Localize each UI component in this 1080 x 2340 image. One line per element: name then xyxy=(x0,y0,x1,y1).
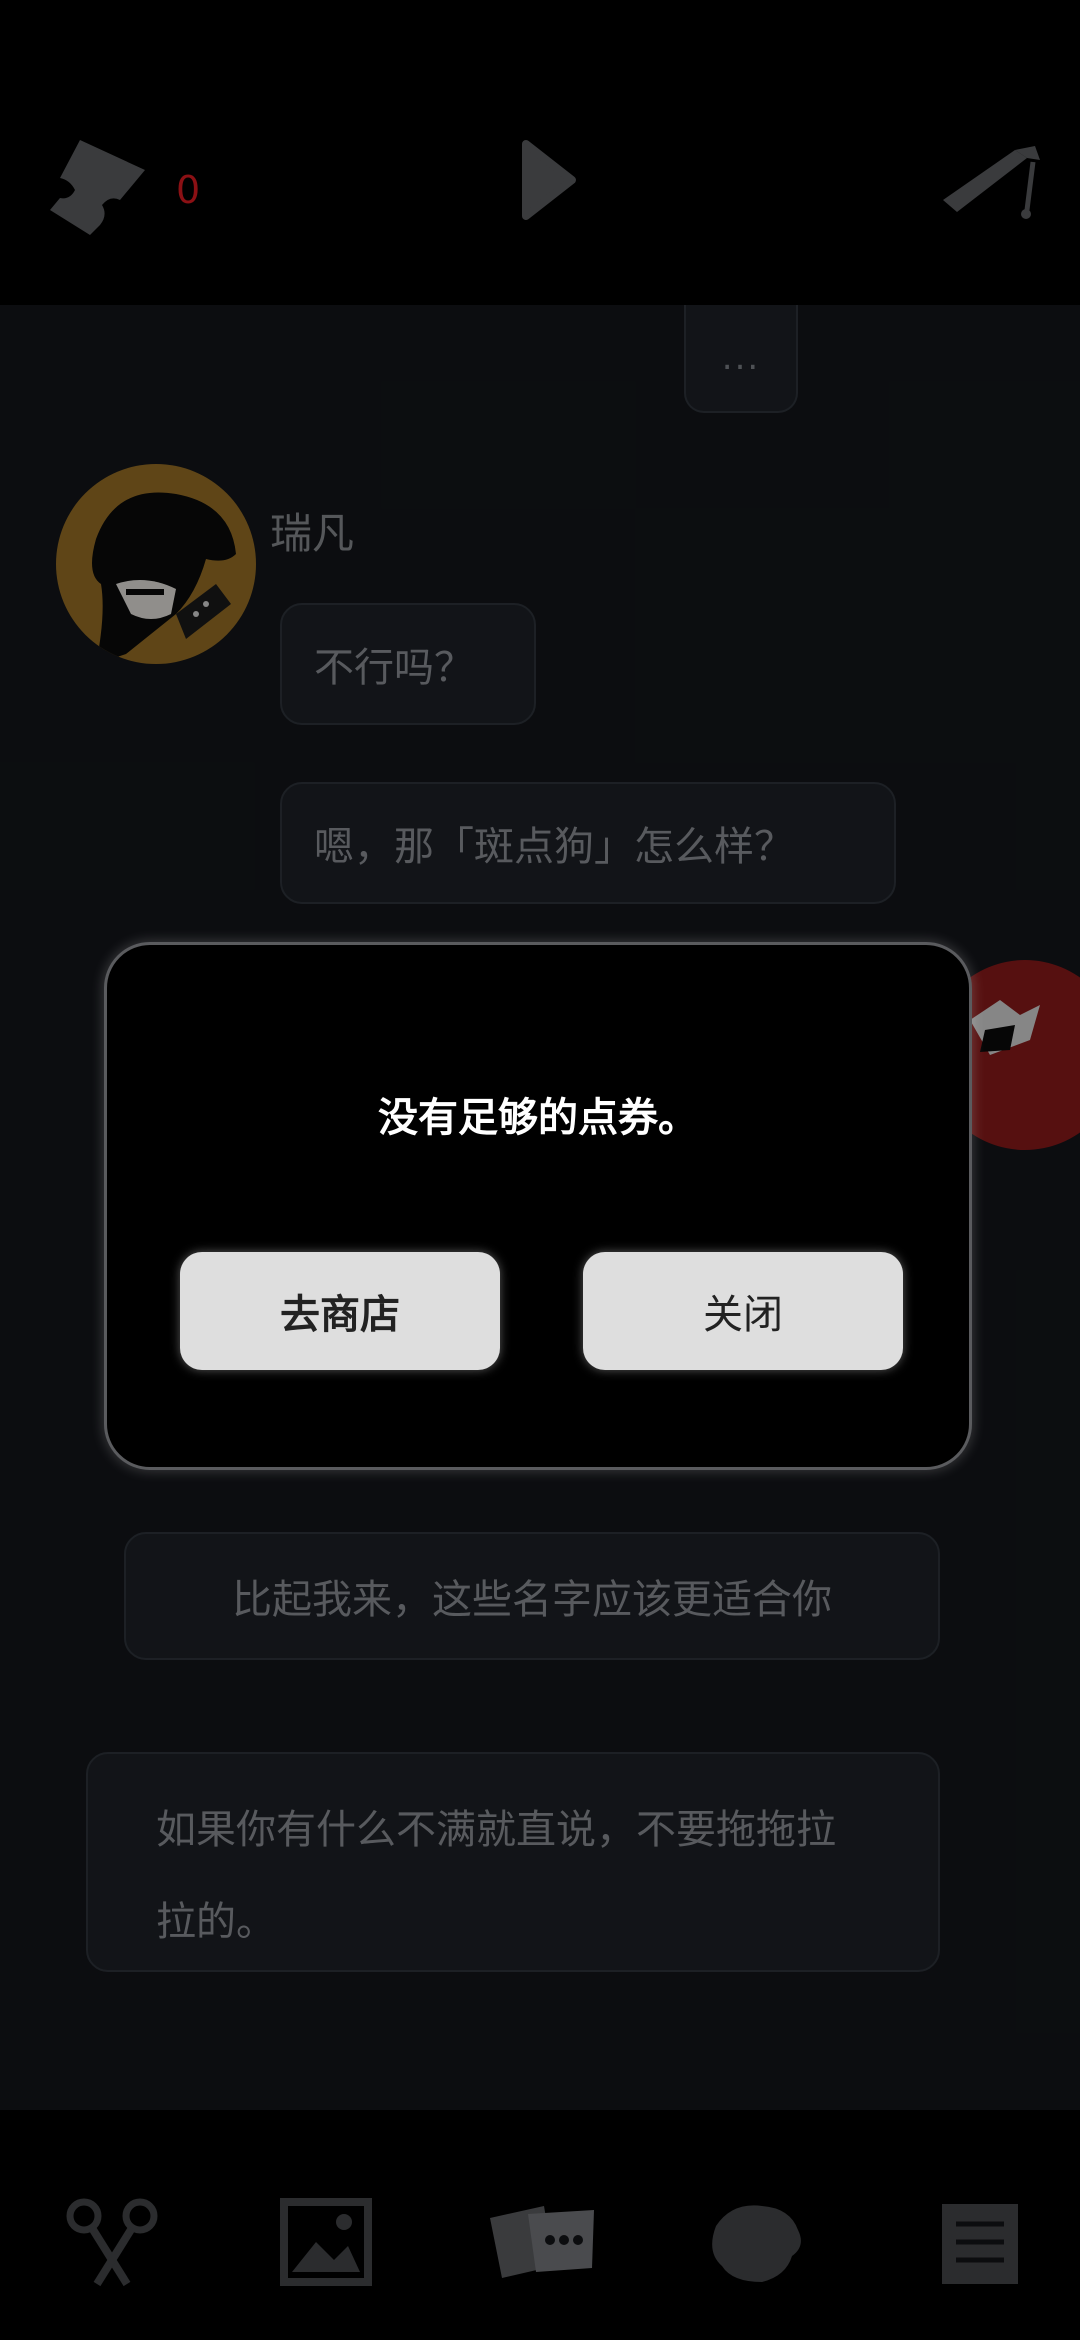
scissors-icon[interactable] xyxy=(62,2196,162,2288)
play-icon[interactable] xyxy=(520,138,578,222)
character-icon[interactable] xyxy=(702,2196,812,2288)
document-icon[interactable] xyxy=(930,2196,1030,2288)
go-to-shop-button[interactable]: 去商店 xyxy=(180,1252,500,1370)
ticket-icon[interactable] xyxy=(40,130,155,245)
gallery-icon[interactable] xyxy=(276,2196,376,2288)
insufficient-tickets-dialog: 没有足够的点券。 去商店 关闭 xyxy=(104,942,972,1470)
close-button[interactable]: 关闭 xyxy=(583,1252,903,1370)
pen-icon[interactable] xyxy=(935,140,1047,240)
dialog-message: 没有足够的点券。 xyxy=(378,1095,698,1141)
chat-cards-icon[interactable] xyxy=(484,2196,600,2288)
ticket-count: 0 xyxy=(176,168,201,212)
